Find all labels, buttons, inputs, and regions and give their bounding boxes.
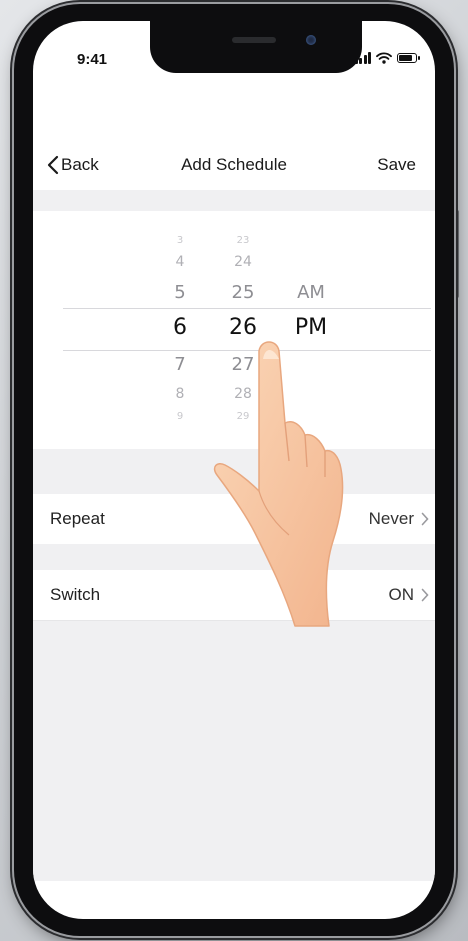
meridiem-option[interactable]: AM bbox=[297, 282, 325, 303]
screen-content: 3 4 5 6 7 8 9 23 24 25 26 27 28 29 AM PM Repeat Never S… bbox=[33, 21, 435, 919]
time-picker[interactable]: 3 4 5 6 7 8 9 23 24 25 26 27 28 29 AM PM bbox=[33, 211, 435, 449]
minute-option[interactable]: 29 bbox=[237, 411, 250, 422]
section-spacer bbox=[33, 544, 435, 570]
minute-option[interactable]: 26 bbox=[229, 315, 257, 340]
section-spacer bbox=[33, 190, 435, 211]
front-camera bbox=[306, 35, 316, 45]
chevron-right-icon bbox=[421, 512, 429, 526]
empty-content-area bbox=[33, 621, 435, 881]
hour-option[interactable]: 5 bbox=[174, 282, 185, 303]
minute-option[interactable]: 24 bbox=[234, 254, 252, 270]
minute-option[interactable]: 28 bbox=[234, 386, 252, 402]
hour-option[interactable]: 7 bbox=[174, 354, 185, 375]
chevron-right-icon bbox=[421, 588, 429, 602]
minute-option[interactable]: 25 bbox=[232, 282, 255, 303]
minute-option[interactable]: 27 bbox=[232, 354, 255, 375]
meridiem-option[interactable]: PM bbox=[295, 315, 327, 340]
picker-selection-bottom bbox=[63, 350, 431, 351]
hour-option[interactable]: 6 bbox=[173, 315, 187, 340]
notch bbox=[150, 21, 362, 73]
hour-option[interactable]: 4 bbox=[176, 254, 185, 270]
speaker-grille bbox=[232, 37, 276, 43]
power-button bbox=[455, 210, 459, 298]
switch-value: ON bbox=[388, 585, 415, 604]
minute-option[interactable]: 23 bbox=[237, 235, 250, 246]
section-spacer bbox=[33, 449, 435, 494]
hour-option[interactable]: 3 bbox=[177, 235, 183, 246]
picker-selection-top bbox=[63, 308, 431, 309]
switch-row[interactable]: Switch ON bbox=[33, 570, 435, 620]
hour-option[interactable]: 8 bbox=[176, 386, 185, 402]
repeat-label: Repeat bbox=[50, 509, 105, 528]
hour-option[interactable]: 9 bbox=[177, 411, 183, 422]
switch-label: Switch bbox=[50, 585, 101, 604]
repeat-row[interactable]: Repeat Never bbox=[33, 494, 435, 544]
repeat-value: Never bbox=[368, 509, 414, 528]
